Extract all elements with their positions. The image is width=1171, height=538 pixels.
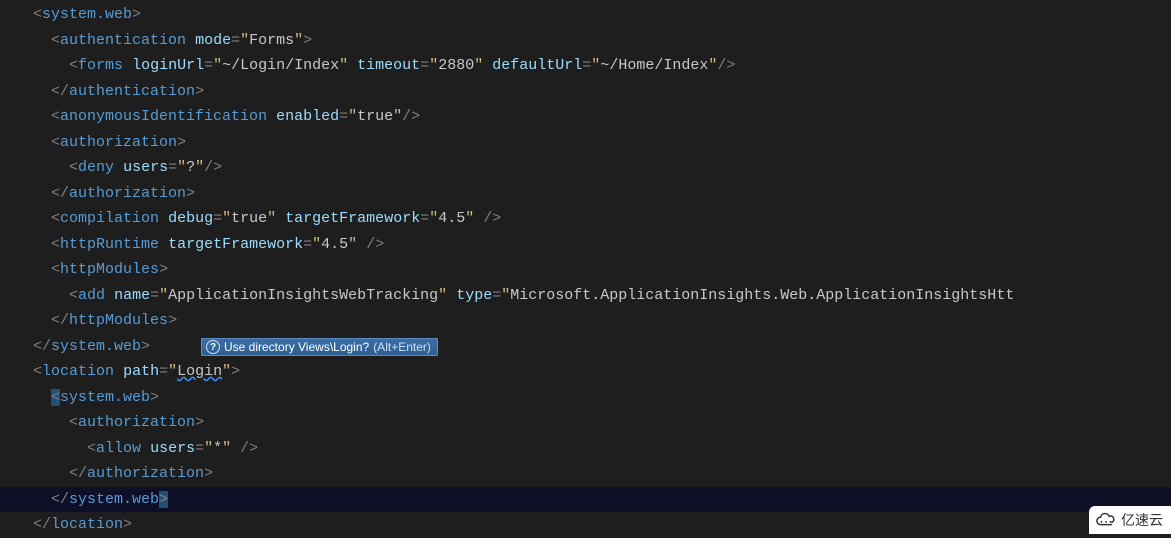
code-line[interactable]: <authentication mode="Forms"> bbox=[0, 28, 1171, 54]
code-line[interactable]: <add name="ApplicationInsightsWebTrackin… bbox=[0, 283, 1171, 309]
code-line[interactable]: </httpModules> bbox=[0, 308, 1171, 334]
hint-shortcut: (Alt+Enter) bbox=[373, 340, 431, 354]
code-line[interactable]: <authorization> bbox=[0, 410, 1171, 436]
code-line[interactable]: <forms loginUrl="~/Login/Index" timeout=… bbox=[0, 53, 1171, 79]
code-line[interactable]: </authorization> bbox=[0, 461, 1171, 487]
code-line[interactable]: <authorization> bbox=[0, 130, 1171, 156]
code-editor[interactable]: <system.web> <authentication mode="Forms… bbox=[0, 0, 1171, 538]
code-line[interactable]: <system.web> bbox=[0, 2, 1171, 28]
code-line[interactable]: <compilation debug="true" targetFramewor… bbox=[0, 206, 1171, 232]
code-line[interactable]: </system.web> bbox=[0, 334, 1171, 360]
help-icon: ? bbox=[206, 340, 220, 354]
watermark-badge: 亿速云 bbox=[1089, 506, 1171, 534]
watermark-text: 亿速云 bbox=[1121, 510, 1163, 530]
code-line[interactable]: <httpRuntime targetFramework="4.5" /> bbox=[0, 232, 1171, 258]
code-line[interactable]: <httpModules> bbox=[0, 257, 1171, 283]
quickfix-hint[interactable]: ? Use directory Views\Login? (Alt+Enter) bbox=[201, 338, 438, 356]
code-line[interactable]: <system.web> bbox=[0, 385, 1171, 411]
code-line[interactable]: <location path="Login"> bbox=[0, 359, 1171, 385]
hint-text: Use directory Views\Login? bbox=[224, 340, 369, 354]
code-line[interactable]: </authorization> bbox=[0, 181, 1171, 207]
code-line[interactable]: </authentication> bbox=[0, 79, 1171, 105]
code-line[interactable]: <anonymousIdentification enabled="true"/… bbox=[0, 104, 1171, 130]
code-line[interactable]: <deny users="?"/> bbox=[0, 155, 1171, 181]
cloud-icon bbox=[1095, 512, 1117, 528]
code-line[interactable]: </system.web> bbox=[0, 487, 1171, 513]
code-line[interactable]: <allow users="*" /> bbox=[0, 436, 1171, 462]
